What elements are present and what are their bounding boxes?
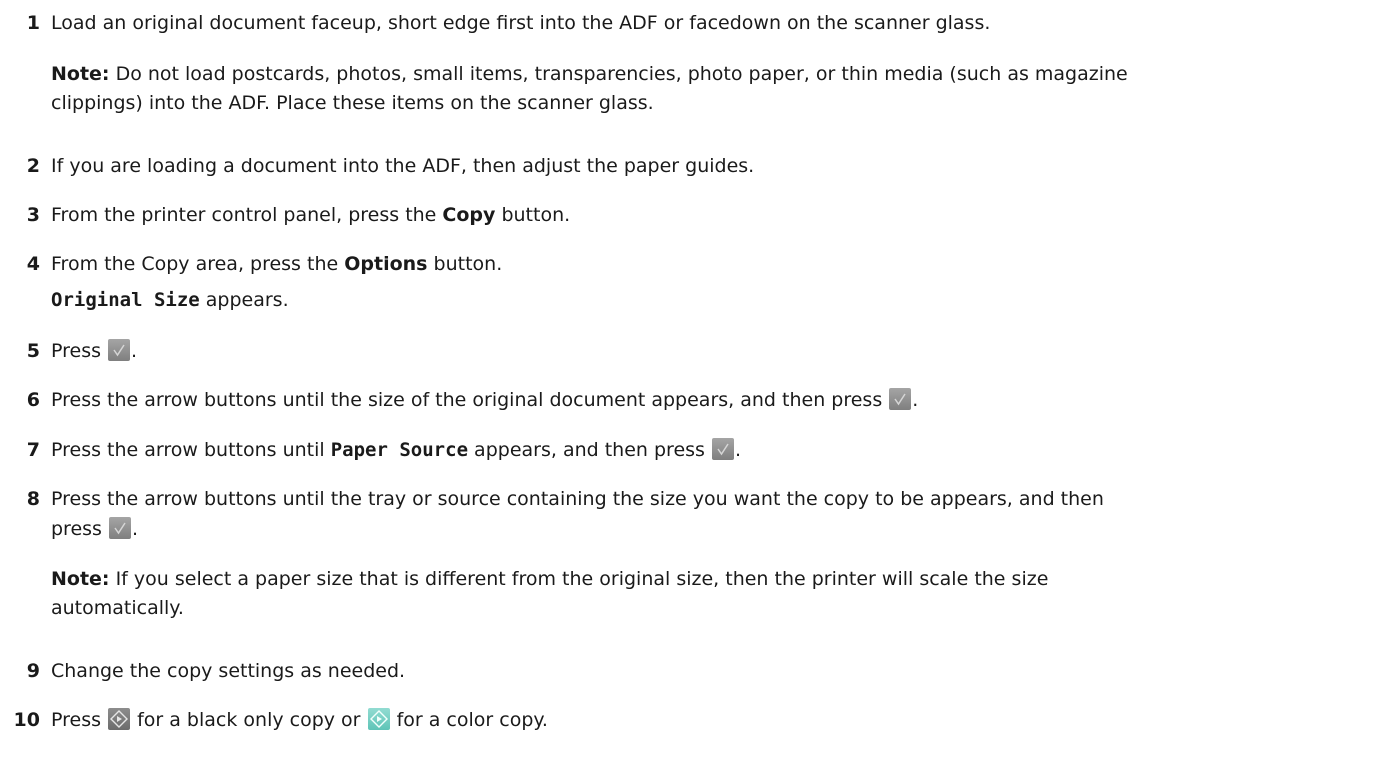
- note-text-line1: Do not load postcards, photos, small ite…: [109, 63, 1128, 85]
- step-text: Change the copy settings as needed.: [51, 660, 406, 682]
- step-number: 8: [26, 488, 40, 510]
- step-text: Load an original document faceup, short …: [51, 12, 991, 34]
- step-text: From the Copy area, press the Options bu…: [51, 253, 503, 275]
- check-button-icon: [711, 438, 734, 460]
- note-label: Note:: [51, 568, 110, 590]
- display-text-paper-source: Paper Source: [330, 439, 469, 461]
- check-button-icon: [108, 339, 131, 361]
- step-text: Press the arrow buttons until Paper Sour…: [51, 438, 742, 461]
- step-text-line1: Press the arrow buttons until the tray o…: [51, 488, 1104, 510]
- note-text-line2: automatically.: [51, 597, 184, 619]
- step-text: Press the arrow buttons until the size o…: [51, 388, 919, 411]
- note-text-line2: clippings) into the ADF. Place these ite…: [51, 92, 654, 114]
- step-text-line2: press .: [51, 517, 139, 540]
- step-number: 1: [26, 12, 40, 34]
- step-number: 5: [26, 340, 40, 362]
- options-button-label: Options: [344, 253, 428, 275]
- check-button-icon: [889, 388, 912, 410]
- step-number: 3: [26, 204, 40, 226]
- step-number: 2: [26, 155, 40, 177]
- copy-button-label: Copy: [442, 204, 496, 226]
- step-number: 7: [26, 439, 40, 461]
- step-text: Press for a black only copy or for a col…: [51, 708, 548, 731]
- note-adf: Note: Do not load postcards, photos, sma…: [51, 60, 1361, 118]
- step-text: From the printer control panel, press th…: [51, 204, 571, 226]
- step-text: If you are loading a document into the A…: [51, 155, 755, 177]
- display-text-original-size: Original Size: [51, 289, 200, 311]
- note-text-line1: If you select a paper size that is diffe…: [109, 568, 1049, 590]
- step-number: 10: [13, 709, 40, 731]
- note-scaling: Note: If you select a paper size that is…: [51, 565, 1361, 623]
- start-black-icon: [108, 708, 131, 730]
- start-color-icon: [367, 708, 390, 730]
- step-number: 9: [26, 660, 40, 682]
- step-number: 4: [26, 253, 40, 275]
- note-label: Note:: [51, 63, 110, 85]
- step-text: Press .: [51, 339, 138, 362]
- step-number: 6: [26, 389, 40, 411]
- check-button-icon: [108, 517, 131, 539]
